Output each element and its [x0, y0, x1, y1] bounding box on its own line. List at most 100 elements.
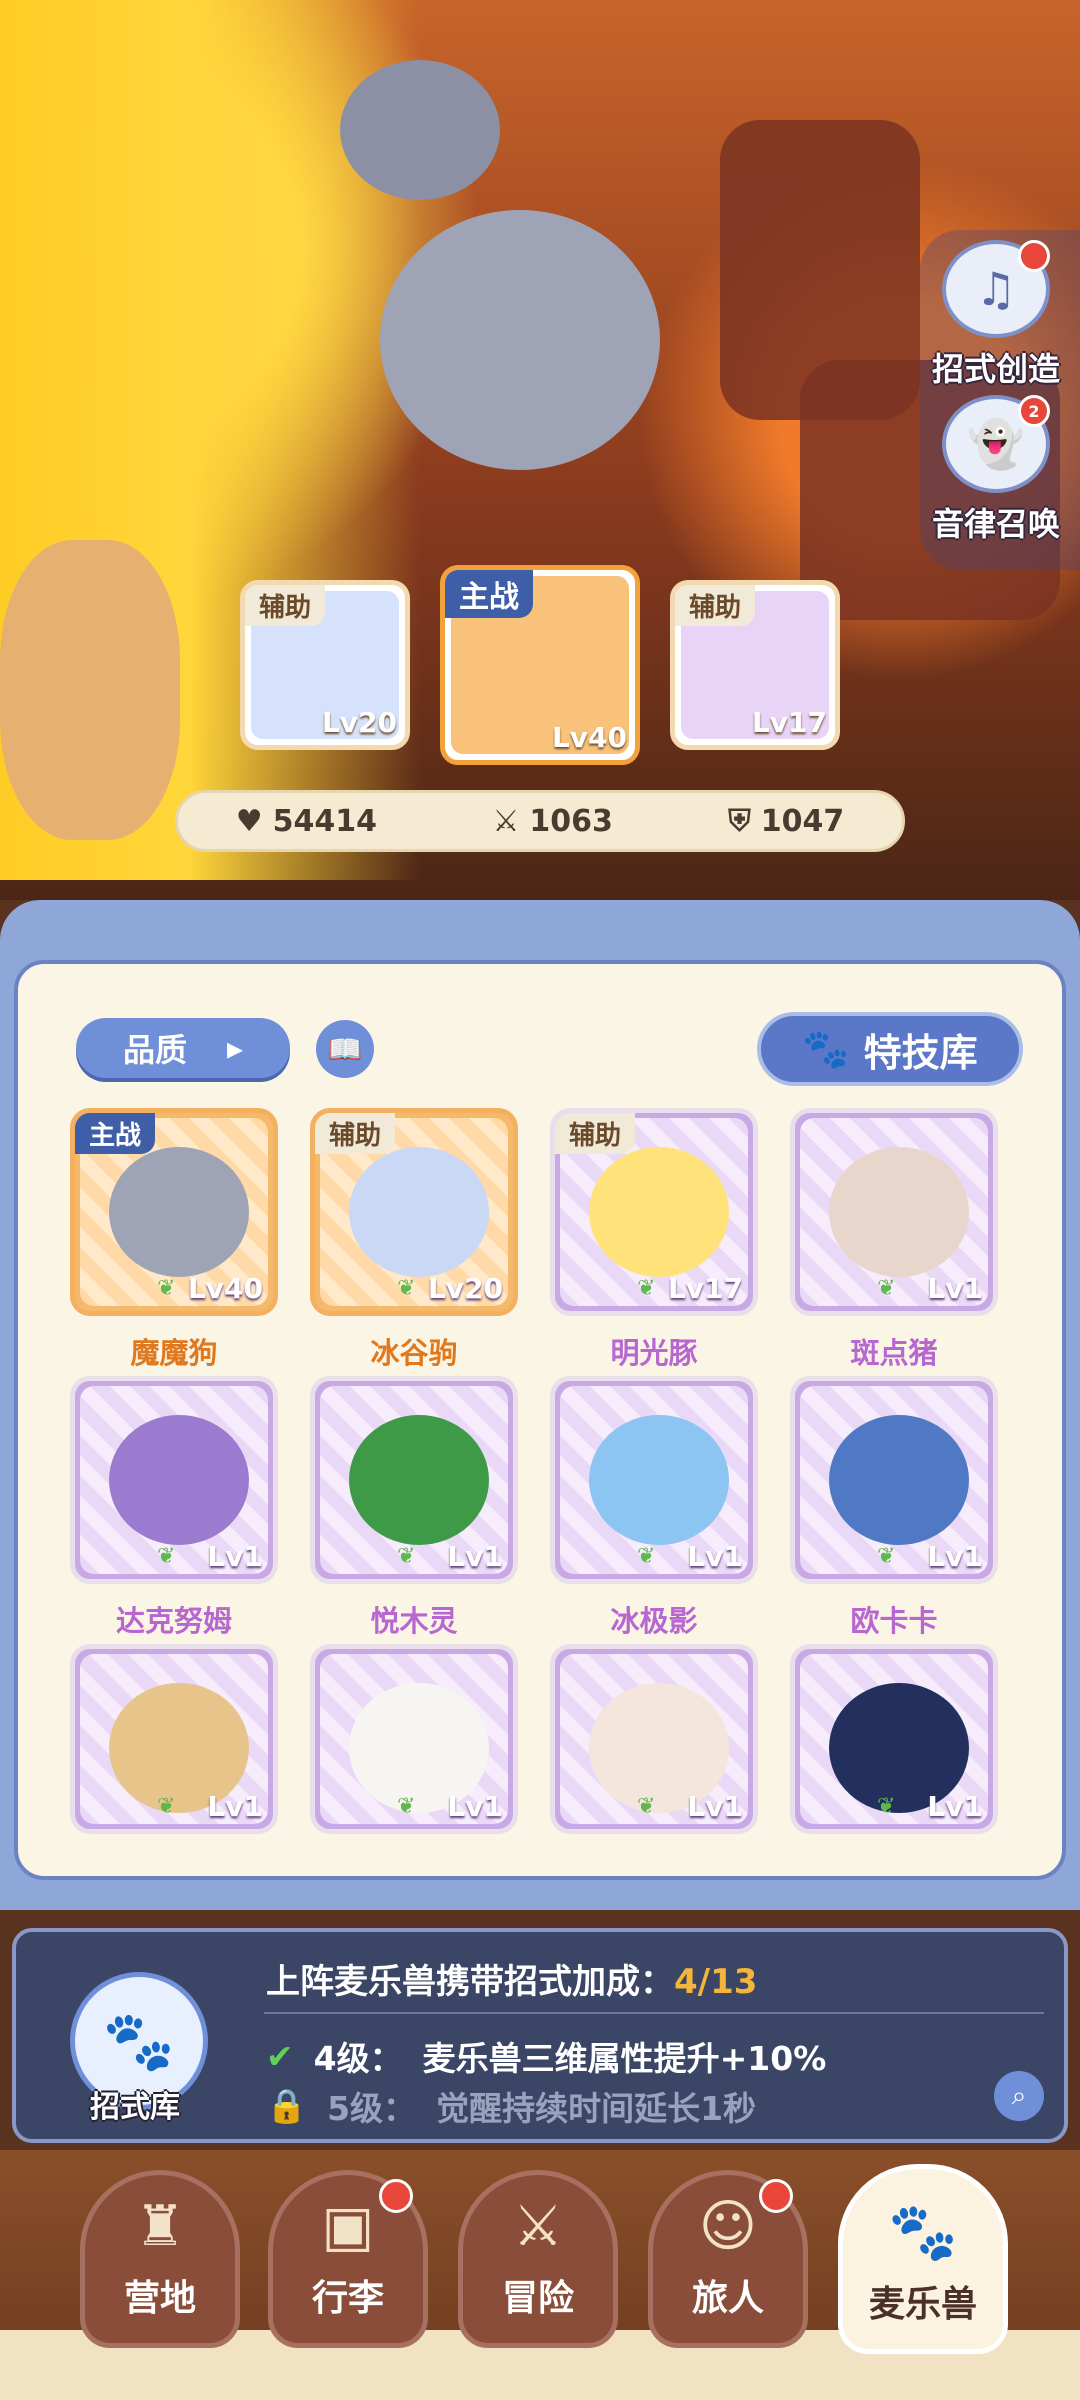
pet-level: Lv1: [207, 1540, 263, 1573]
pet-portrait: [589, 1147, 729, 1277]
notification-dot: [1018, 240, 1050, 272]
pet-level: Lv1: [447, 1790, 503, 1823]
pet-level: Lv17: [667, 1272, 743, 1305]
lock-icon: 🔒: [266, 2086, 308, 2125]
leaf-icon: ❦: [397, 1276, 416, 1301]
pet-name: 明光豚: [610, 1336, 698, 1370]
hp-stat: ♥ 54414: [236, 804, 377, 839]
pet-portrait: [349, 1415, 489, 1545]
leaf-icon: ❦: [157, 1794, 176, 1819]
pet-level: Lv40: [551, 721, 627, 754]
leaf-icon: ❦: [637, 1794, 656, 1819]
nav-item[interactable]: ♜ 营地: [80, 2170, 240, 2348]
nav-item[interactable]: ☺ 旅人: [648, 2170, 808, 2348]
pet-card[interactable]: ❦ Lv1: [790, 1108, 998, 1316]
role-tag: 主战: [445, 570, 533, 618]
pet-card[interactable]: 辅助 ❦ Lv17: [550, 1108, 758, 1316]
bonus-text: 麦乐兽三维属性提升+10%: [422, 2039, 827, 2078]
companion-creature: [380, 210, 660, 470]
attack-value: 1063: [529, 803, 613, 839]
check-icon: ✔: [266, 2036, 294, 2076]
paw-icon: 🐾: [102, 2006, 176, 2075]
pet-card[interactable]: 主战 ❦ Lv40: [70, 1108, 278, 1316]
pet-name: 斑点猪: [850, 1336, 938, 1370]
defense-value: 1047: [760, 803, 845, 839]
traveler-icon: ☺: [698, 2194, 758, 2259]
pet-card[interactable]: ❦ Lv1: [550, 1644, 758, 1834]
swords-icon: ⚔: [512, 2194, 564, 2259]
magnifier-icon: ⌕: [1011, 2080, 1027, 2111]
bonus-text: 觉醒持续时间延长1秒: [436, 2089, 757, 2128]
skill-library-button[interactable]: 🐾 特技库: [757, 1012, 1023, 1086]
bonus-title: 上阵麦乐兽携带招式加成：4/13: [266, 1954, 757, 2003]
leaf-icon: ❦: [397, 1794, 416, 1819]
traveler-character: [0, 540, 180, 840]
bonus-row-unlocked: ✔ 4级： 麦乐兽三维属性提升+10%: [266, 2032, 826, 2080]
shield-icon: ⛨: [728, 803, 751, 839]
bonus-level: 5级：: [327, 2089, 417, 2128]
leaf-icon: ❦: [877, 1544, 896, 1569]
book-icon: 📖: [327, 1032, 363, 1066]
nav-item[interactable]: 🐾 麦乐兽: [838, 2164, 1008, 2354]
pet-level: Lv1: [207, 1790, 263, 1823]
nav-label: 旅人: [691, 2278, 764, 2319]
pet-level: Lv20: [321, 706, 397, 739]
pet-level: Lv1: [927, 1790, 983, 1823]
nav-item[interactable]: ⚔ 冒险: [458, 2170, 618, 2348]
bonus-level: 4级：: [313, 2039, 403, 2078]
zoom-button[interactable]: ⌕: [994, 2071, 1044, 2121]
attack-stat: ⚔ 1063: [492, 804, 612, 839]
pet-level: Lv1: [927, 1540, 983, 1573]
leaf-icon: ❦: [637, 1544, 656, 1569]
bottom-nav: ♜ 营地 ▣ 行李 ⚔ 冒险 ☺ 旅人 🐾 麦乐兽: [0, 2150, 1080, 2400]
leaf-icon: ❦: [877, 1794, 896, 1819]
team-slot-3[interactable]: 辅助 Lv17: [670, 580, 840, 750]
quality-filter-button[interactable]: 品质 ▸: [76, 1018, 290, 1078]
paw-icon: 🐾: [802, 1026, 850, 1071]
caret-right-icon: ▸: [226, 1029, 244, 1067]
team-slot-2[interactable]: 主战 Lv40: [440, 565, 640, 765]
pet-portrait: [109, 1147, 249, 1277]
pet-name: 冰极影: [610, 1604, 698, 1638]
skill-library-label: 特技库: [863, 1030, 978, 1075]
pet-card[interactable]: ❦ Lv1: [790, 1644, 998, 1834]
bonus-row-locked: 🔒 5级： 觉醒持续时间延长1秒: [266, 2082, 756, 2130]
handbook-button[interactable]: 📖: [316, 1020, 374, 1078]
role-tag: 主战: [75, 1113, 156, 1154]
game-scene: [0, 0, 1080, 900]
pet-card[interactable]: ❦ Lv1: [310, 1376, 518, 1584]
pet-card[interactable]: 辅助 ❦ Lv20: [310, 1108, 518, 1316]
pet-level: Lv40: [187, 1272, 263, 1305]
bonus-count: 4/13: [674, 1962, 758, 2002]
skill-create-button[interactable]: ♫ 招式创造: [926, 240, 1066, 390]
notification-badge: 2: [1018, 395, 1050, 427]
leaf-icon: ❦: [157, 1544, 176, 1569]
music-book-icon: ♫: [942, 240, 1050, 338]
nav-label: 麦乐兽: [868, 2284, 977, 2325]
hp-value: 54414: [272, 803, 377, 839]
role-tag: 辅助: [245, 585, 326, 626]
pet-level: Lv20: [427, 1272, 503, 1305]
ghost-icon: 👻 2: [942, 395, 1050, 493]
pet-card[interactable]: ❦ Lv1: [310, 1644, 518, 1834]
notification-dot: [759, 2179, 793, 2213]
pet-card[interactable]: ❦ Lv1: [790, 1376, 998, 1584]
pet-level: Lv1: [687, 1790, 743, 1823]
notification-dot: [379, 2179, 413, 2213]
nav-label: 行李: [311, 2278, 384, 2319]
pet-card[interactable]: ❦ Lv1: [550, 1376, 758, 1584]
pet-card[interactable]: ❦ Lv1: [70, 1644, 278, 1834]
pet-name: 欧卡卡: [850, 1604, 938, 1638]
role-tag: 辅助: [315, 1113, 396, 1154]
team-slot-1[interactable]: 辅助 Lv20: [240, 580, 410, 750]
melody-summon-button[interactable]: 👻 2 音律召唤: [926, 395, 1066, 545]
leaf-icon: ❦: [397, 1544, 416, 1569]
nav-item[interactable]: ▣ 行李: [268, 2170, 428, 2348]
pet-card[interactable]: ❦ Lv1: [70, 1376, 278, 1584]
pet-portrait: [109, 1415, 249, 1545]
swords-icon: ⚔: [492, 803, 520, 839]
team-stats-bar: ♥ 54414 ⚔ 1063 ⛨ 1047: [175, 790, 905, 852]
pet-level: Lv1: [447, 1540, 503, 1573]
pet-name: 魔魔狗: [130, 1336, 218, 1370]
chest-icon: ▣: [321, 2194, 375, 2259]
